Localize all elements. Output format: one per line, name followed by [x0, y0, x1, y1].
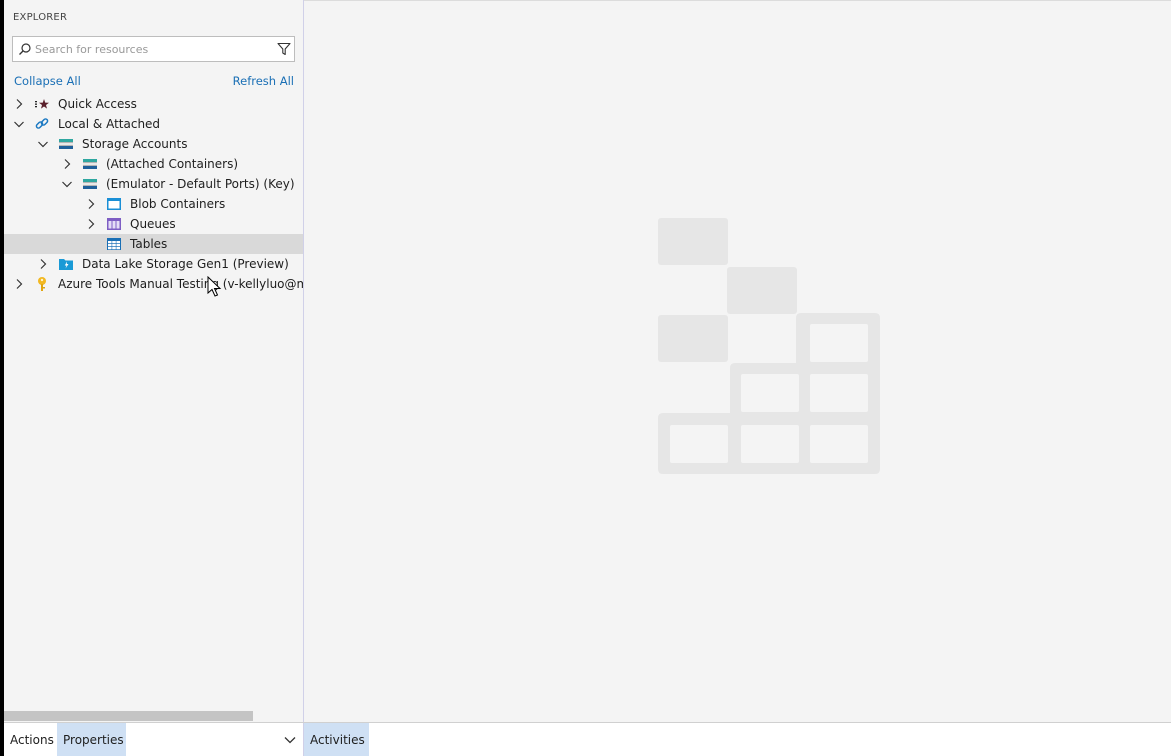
bottom-panel-bar: Actions Properties Activities — [4, 722, 1171, 756]
chevron-right-icon[interactable] — [13, 98, 25, 110]
explorer-panel: EXPLORER Collapse All Refresh All Quick … — [4, 0, 303, 722]
search-input[interactable] — [35, 40, 267, 58]
data-lake-icon — [59, 259, 73, 270]
tree-item-label: Queues — [130, 217, 176, 231]
explorer-horizontal-scrollbar[interactable] — [4, 711, 253, 721]
collapse-all-button[interactable]: Collapse All — [14, 74, 81, 88]
main-content-area — [304, 0, 1171, 722]
tree-item-label: (Attached Containers) — [106, 157, 239, 171]
tree-item-local-attached[interactable]: Local & Attached — [4, 114, 303, 134]
tree-item-label: Data Lake Storage Gen1 (Preview) — [82, 257, 289, 271]
tree-item-queues[interactable]: Queues — [4, 214, 303, 234]
tree-item-tables[interactable]: Tables — [4, 234, 303, 254]
resource-tree: Quick Access Local & Attached Storage Ac… — [4, 94, 303, 294]
tab-activities[interactable]: Activities — [304, 723, 369, 756]
chevron-right-icon[interactable] — [61, 158, 73, 170]
table-watermark-icon — [658, 218, 880, 474]
chevron-right-icon[interactable] — [85, 218, 97, 230]
link-icon — [35, 118, 49, 129]
chevron-right-icon[interactable] — [37, 258, 49, 270]
chevron-down-icon[interactable] — [283, 734, 297, 746]
tree-item-label: Storage Accounts — [82, 137, 188, 151]
tree-item-label: (Emulator - Default Ports) (Key) — [106, 177, 295, 191]
tree-item-label: Azure Tools Manual Testing (v-kellyluo@m… — [58, 277, 303, 291]
explorer-title: EXPLORER — [13, 12, 68, 23]
blob-container-icon — [107, 198, 121, 210]
tree-item-subscription[interactable]: Azure Tools Manual Testing (v-kellyluo@m… — [4, 274, 303, 294]
tree-item-label: Local & Attached — [58, 117, 161, 131]
search-box[interactable] — [12, 36, 295, 62]
chevron-down-icon[interactable] — [37, 138, 49, 150]
storage-account-icon — [59, 139, 73, 149]
tree-item-label: Quick Access — [58, 97, 137, 111]
tree-item-data-lake[interactable]: Data Lake Storage Gen1 (Preview) — [4, 254, 303, 274]
mouse-cursor-icon — [207, 276, 222, 297]
tab-properties[interactable]: Properties — [57, 723, 126, 756]
queue-icon — [107, 218, 121, 230]
tree-item-attached-containers[interactable]: (Attached Containers) — [4, 154, 303, 174]
storage-account-icon — [83, 159, 97, 169]
tree-item-label: Tables — [130, 237, 168, 251]
tree-item-blob-containers[interactable]: Blob Containers — [4, 194, 303, 214]
search-icon — [19, 43, 31, 55]
chevron-down-icon[interactable] — [13, 118, 25, 130]
tree-item-quick-access[interactable]: Quick Access — [4, 94, 303, 114]
tab-actions[interactable]: Actions — [4, 723, 57, 756]
chevron-right-icon[interactable] — [85, 198, 97, 210]
tree-item-emulator[interactable]: (Emulator - Default Ports) (Key) — [4, 174, 303, 194]
subscription-key-icon — [38, 277, 46, 291]
refresh-all-button[interactable]: Refresh All — [233, 74, 294, 88]
tree-item-label: Blob Containers — [130, 197, 226, 211]
storage-account-icon — [83, 179, 97, 189]
chevron-down-icon[interactable] — [61, 178, 73, 190]
quick-access-icon — [35, 99, 49, 109]
chevron-right-icon[interactable] — [13, 278, 25, 290]
table-icon — [107, 238, 121, 250]
tree-item-storage-accounts[interactable]: Storage Accounts — [4, 134, 303, 154]
filter-icon[interactable] — [277, 42, 291, 56]
